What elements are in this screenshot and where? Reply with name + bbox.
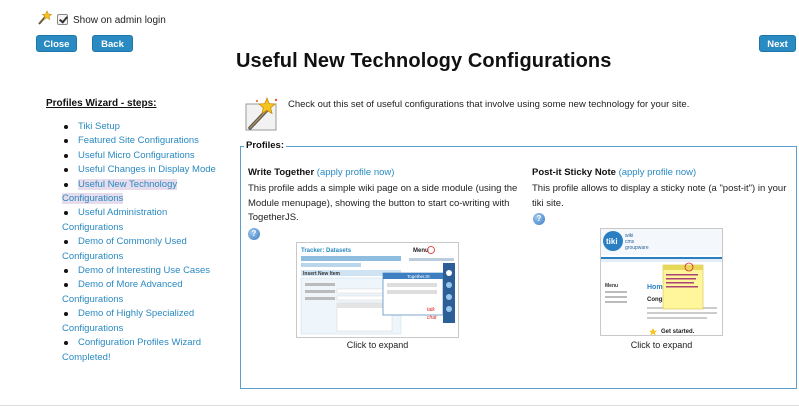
show-on-admin-login-label: Show on admin login xyxy=(73,15,166,26)
write-together-expand-caption: Click to expand xyxy=(346,340,409,350)
intro-text: Check out this set of useful configurati… xyxy=(288,99,690,110)
back-button[interactable]: Back xyxy=(92,35,133,52)
thumb-menu: Menu xyxy=(413,248,429,254)
magic-wand-icon xyxy=(245,96,278,131)
thumb-popup-title: TogetherJS xyxy=(407,274,430,279)
show-on-admin-login-checkbox[interactable] xyxy=(57,14,68,25)
post-it-screenshot: tiki wiki cms groupware Menu HomeF Congr… xyxy=(601,229,722,335)
thumb-talk: talk xyxy=(427,307,435,313)
help-icon[interactable]: ? xyxy=(533,213,545,225)
write-together-apply-link[interactable]: (apply profile now) xyxy=(317,167,395,178)
post-it-title: Post-it Sticky Note (apply profile now) xyxy=(532,167,697,178)
step-tiki-setup[interactable]: Tiki Setup xyxy=(62,120,238,134)
post-it-thumbnail[interactable]: tiki wiki cms groupware Menu HomeF Congr… xyxy=(600,228,723,336)
profiles-legend: Profiles: xyxy=(244,140,287,151)
step-demo-highly-specialized[interactable]: Demo of Highly Specialized Configurations xyxy=(62,307,238,336)
step-useful-changes-display-mode[interactable]: Useful Changes in Display Mode xyxy=(62,163,238,177)
help-icon[interactable]: ? xyxy=(248,228,260,240)
thumb-congr: Congr xyxy=(647,297,665,303)
thumb-insert: Insert New Item xyxy=(303,271,341,277)
wizard-wand-icon xyxy=(38,10,52,25)
step-wizard-completed[interactable]: Configuration Profiles Wizard Completed! xyxy=(62,336,238,365)
bottom-divider xyxy=(0,405,799,406)
thumb-brand3: groupware xyxy=(625,245,649,251)
step-demo-commonly-used[interactable]: Demo of Commonly Used Configurations xyxy=(62,235,238,264)
thumb-tracker-title: Tracker: Datasets xyxy=(301,248,352,254)
post-it-apply-link[interactable]: (apply profile now) xyxy=(619,167,697,178)
step-useful-new-technology-current[interactable]: Useful New Technology Configurations xyxy=(62,178,238,207)
thumb-menu: Menu xyxy=(605,283,618,289)
thumb-get-started: Get started. xyxy=(661,329,695,335)
thumb-logo: tiki xyxy=(606,237,618,246)
step-featured-site-configurations[interactable]: Featured Site Configurations xyxy=(62,134,238,148)
wizard-steps-heading: Profiles Wizard - steps: xyxy=(46,98,157,109)
write-together-screenshot: Tracker: Datasets Insert New Item Menu T… xyxy=(297,243,458,337)
write-together-description: This profile adds a simple wiki page on … xyxy=(248,183,518,224)
page-title: Useful New Technology Configurations xyxy=(236,50,612,72)
step-useful-administration[interactable]: Useful Administration Configurations xyxy=(62,206,238,235)
step-demo-more-advanced[interactable]: Demo of More Advanced Configurations xyxy=(62,278,238,307)
post-it-description: This profile allows to display a sticky … xyxy=(532,183,787,209)
next-button[interactable]: Next xyxy=(759,35,796,52)
thumb-chat: chat xyxy=(427,315,437,321)
step-demo-interesting-use-cases[interactable]: Demo of Interesting Use Cases xyxy=(62,264,238,278)
close-button[interactable]: Close xyxy=(36,35,77,52)
step-useful-micro-configurations[interactable]: Useful Micro Configurations xyxy=(62,149,238,163)
write-together-thumbnail[interactable]: Tracker: Datasets Insert New Item Menu T… xyxy=(296,242,459,338)
wizard-steps-list: Tiki Setup Featured Site Configurations … xyxy=(62,120,238,365)
post-it-expand-caption: Click to expand xyxy=(630,340,693,350)
write-together-title: Write Together (apply profile now) xyxy=(248,167,395,178)
